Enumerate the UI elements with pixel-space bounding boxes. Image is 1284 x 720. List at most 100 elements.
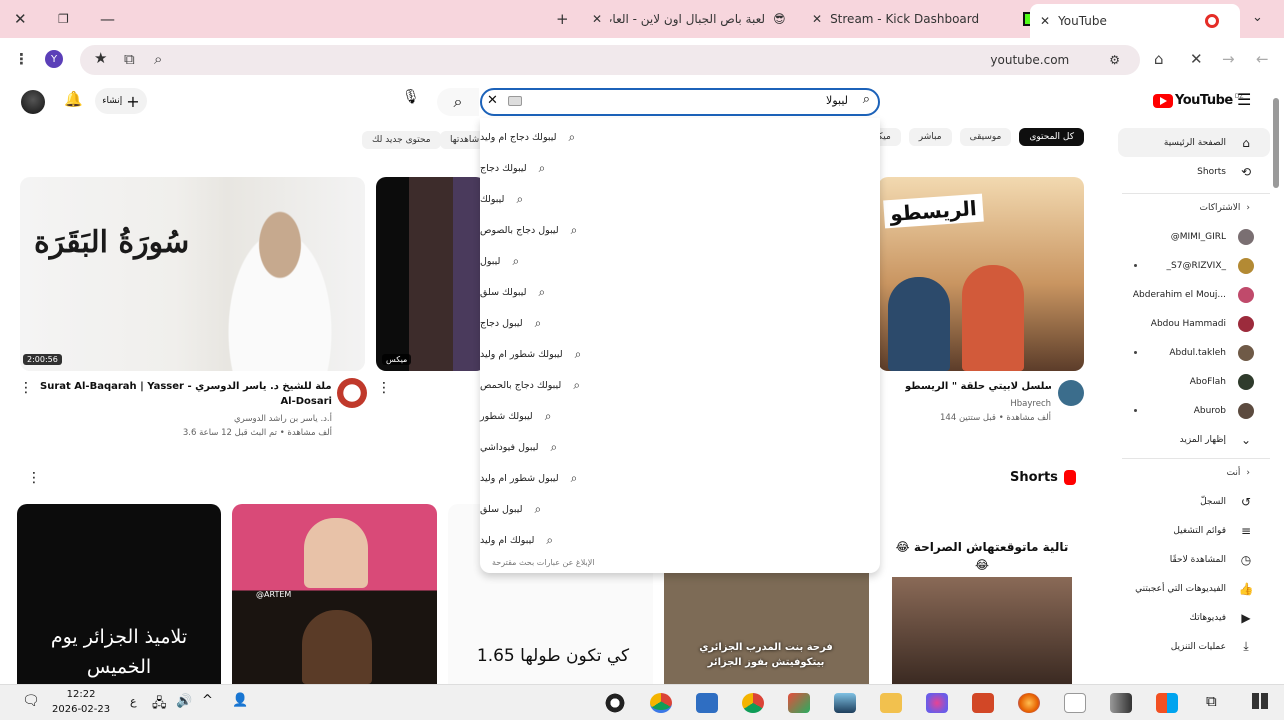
notification-center-icon[interactable]: 🗨 [22,693,40,709]
bookmark-star-icon[interactable]: ★ [94,49,107,67]
subscription-item[interactable]: AboFlah [1112,367,1284,396]
search-input[interactable]: ليبولا [826,94,848,107]
chip-music[interactable]: موسيقى [959,128,1012,146]
chrome-app-icon[interactable] [650,693,672,713]
game-app-icon[interactable] [1110,693,1132,713]
report-suggestions-link[interactable]: الإبلاغ عن عبارات بحث مقترحة [492,558,594,567]
back-icon[interactable]: ← [1256,50,1269,68]
short-card[interactable]: تالية ماتوقعتهاش الصراحة 😂😂 [880,504,1084,684]
sidebar-item-home[interactable]: الصفحة الرئيسية ⌂ [1118,128,1270,157]
network-icon[interactable]: 🖧 [152,694,167,716]
people-icon[interactable]: 👤 [232,693,248,708]
search-suggestion-item[interactable]: ⌕ ليبولك دجاج ام وليد [480,122,880,153]
office-app-icon[interactable] [972,693,994,713]
account-avatar[interactable] [21,90,45,114]
video-thumbnail[interactable]: الريسطو [878,177,1084,371]
sidebar-item-history[interactable]: السجلّ ↺ [1112,487,1284,516]
sidebar-item-downloads[interactable]: عمليات التنزيل ⤓ [1112,632,1284,661]
search-button-icon[interactable]: ⌕ [437,88,479,116]
subscription-item[interactable]: Abdul.takleh [1112,338,1284,367]
search-suggestion-item[interactable]: ⌕ ليبولك دجاج [480,153,880,184]
tab-search-chevron-icon[interactable]: ⌄ [1252,10,1263,25]
notifications-bell-icon[interactable]: 🔔 [64,90,83,108]
tab-close-icon[interactable]: ✕ [592,12,602,26]
file-explorer-icon[interactable] [880,693,902,713]
search-box[interactable]: ✕ ليبولا ⌕ [480,88,880,116]
chip-new-to-you[interactable]: محتوى جديد لك [362,131,441,149]
search-suggestion-item[interactable]: ⌕ ليبول فيوداشي [480,432,880,463]
sidebar-item-watch-later[interactable]: المشاهدة لاحقًا ◷ [1112,545,1284,574]
search-suggestion-item[interactable]: ⌕ ليبول [480,246,880,277]
youtube-logo[interactable]: YouTube DZ [1153,93,1243,108]
sidebar-item-your-videos[interactable]: فيديوهاتك ▶ [1112,603,1284,632]
short-card[interactable]: تلاميذ الجزائر يوم الخميس [17,504,221,684]
sidebar-item-playlists[interactable]: قوائم التشغيل ≡ [1112,516,1284,545]
you-header[interactable]: أنت › [1112,459,1284,487]
new-tab-icon[interactable]: + [556,10,569,28]
keyboard-icon[interactable] [508,96,522,106]
channel-avatar[interactable] [337,378,367,408]
tab-youtube[interactable]: ✕ YouTube [1030,4,1240,38]
search-suggestion-item[interactable]: ⌕ ليبولك شطور [480,401,880,432]
subscription-item[interactable]: @MIMI_GIRL [1112,222,1284,251]
photos-app-icon[interactable] [834,693,856,713]
video-title[interactable]: مسلسل لابيتي حلقة " الريسطو " [905,380,1051,395]
stop-loading-icon[interactable]: ✕ [1190,50,1203,68]
channel-name[interactable]: أ.د. ياسر بن راشد الدوسري [140,413,332,427]
home-icon[interactable]: ⌂ [1154,50,1164,68]
create-button[interactable]: إنشاء + [95,88,147,114]
store-app-icon[interactable] [1156,693,1178,713]
site-settings-icon[interactable]: ⚙ [1109,53,1120,67]
hamburger-menu-icon[interactable]: ☰ [1237,90,1251,109]
zoom-icon[interactable]: ⌕ [154,50,162,68]
subscriptions-header[interactable]: الاشتراكات › [1112,194,1284,222]
subscription-item[interactable]: Aburob [1112,396,1284,425]
short-card[interactable]: @ARTEM [232,504,437,684]
game-app-icon[interactable] [788,693,810,713]
chip-all[interactable]: كل المحتوى [1019,128,1084,146]
search-suggestion-item[interactable]: ⌕ ليبولك شطور ام وليد [480,339,880,370]
search-suggestion-item[interactable]: ⌕ ليبول دجاج [480,308,880,339]
sidebar-item-liked[interactable]: الفيديوهات التي أعجبتني 👍 [1112,574,1284,603]
channel-name[interactable]: Hbayrech [905,398,1051,412]
tab-bus-game[interactable]: ✕ لعبة باص الجبال اون لاين - العاب 😎 [592,0,786,38]
url-bar[interactable]: youtube.com ⚙ [80,45,1140,75]
document-app-icon[interactable] [1064,693,1086,713]
channel-avatar[interactable] [1058,380,1084,406]
search-suggestion-item[interactable]: ⌕ ليبولك [480,184,880,215]
tab-kick-dashboard[interactable]: ✕ Stream - Kick Dashboard [812,0,1038,38]
share-icon[interactable]: ⧉ [124,50,135,68]
show-more-button[interactable]: إظهار المزيد ⌄ [1112,425,1284,454]
menu-kebab-icon[interactable]: ⋮ [14,50,29,68]
page-scrollbar[interactable] [1273,98,1279,188]
language-indicator[interactable]: ع [130,695,137,708]
start-button-icon[interactable] [1252,693,1268,709]
show-hidden-icons-icon[interactable]: ^ [202,693,213,708]
minimize-window-icon[interactable]: — [100,10,115,28]
task-view-icon[interactable]: ⧉ [1206,692,1217,710]
search-suggestion-item[interactable]: ⌕ ليبول دجاج بالصوص [480,215,880,246]
video-thumbnail[interactable]: ميكس [376,177,486,371]
search-suggestion-item[interactable]: ⌕ ليبولك ام وليد [480,525,880,556]
forward-icon[interactable]: → [1222,50,1235,68]
subscription-item[interactable]: Abderahim el Mouj... [1112,280,1284,309]
search-suggestion-item[interactable]: ⌕ ليبول شطور ام وليد [480,463,880,494]
search-suggestion-item[interactable]: ⌕ ليبولك دجاج بالحمص [480,370,880,401]
search-suggestion-item[interactable]: ⌕ ليبول سلق [480,494,880,525]
chip-live[interactable]: مباشر [908,128,952,146]
search-suggestion-item[interactable]: ⌕ ليبولك سلق [480,277,880,308]
system-app-icon[interactable] [696,693,718,713]
volume-icon[interactable]: 🔊 [176,694,192,709]
chrome-app-icon[interactable] [742,693,764,713]
voice-search-mic-icon[interactable]: 🎙 [402,89,420,105]
paint-app-icon[interactable] [926,693,948,713]
clock[interactable]: 12:22 2026-02-23 [52,687,110,717]
tab-close-icon[interactable]: ✕ [1040,14,1050,28]
subscription-item[interactable]: Abdou Hammadi [1112,309,1284,338]
video-thumbnail[interactable]: سُورَةُ البَقَرَة 2:00:56 [20,177,365,371]
restore-window-icon[interactable]: ❐ [58,12,69,26]
clear-search-icon[interactable]: ✕ [487,93,498,108]
more-options-icon[interactable]: ⋮ [27,470,41,486]
close-window-icon[interactable]: ✕ [14,10,27,28]
more-options-icon[interactable]: ⋮ [377,380,391,396]
